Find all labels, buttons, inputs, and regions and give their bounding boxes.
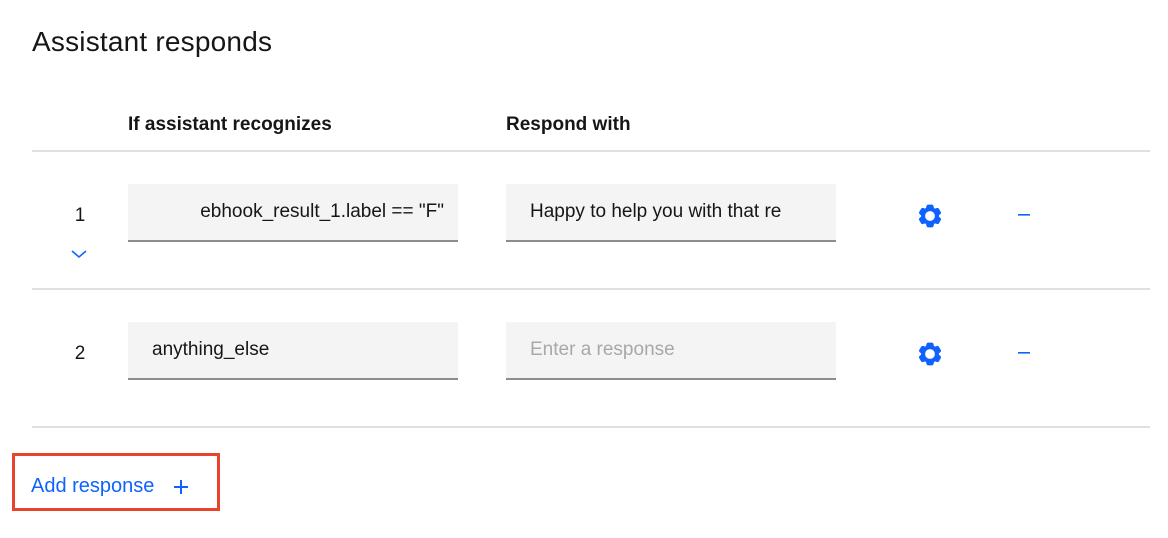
response-placeholder: Enter a response (530, 339, 675, 360)
response-input[interactable]: Happy to help you with that re (506, 184, 836, 242)
condition-input[interactable]: anything_else (128, 322, 458, 380)
column-header-condition: If assistant recognizes (128, 114, 332, 135)
section-title: Assistant responds (32, 26, 273, 57)
chevron-down-icon[interactable] (70, 248, 88, 260)
row-number: 1 (74, 205, 86, 226)
add-response-button[interactable]: Add response (31, 475, 154, 498)
gear-icon[interactable] (917, 203, 943, 229)
condition-value: ebhook_result_1.label == "F" (200, 201, 444, 222)
row-divider (32, 426, 1150, 428)
response-input[interactable]: Enter a response (506, 322, 836, 380)
row-number: 2 (74, 343, 86, 364)
response-value: Happy to help you with that re (530, 201, 782, 222)
gear-icon[interactable] (917, 341, 943, 367)
condition-value: anything_else (152, 339, 270, 360)
minus-icon[interactable] (1017, 346, 1031, 360)
minus-icon[interactable] (1017, 208, 1031, 222)
plus-icon[interactable] (173, 479, 189, 495)
response-row: 1 ebhook_result_1.label == "F" Happy to … (0, 151, 1168, 289)
column-header-response: Respond with (506, 114, 631, 135)
response-row: 2 anything_else Enter a response (0, 289, 1168, 427)
condition-input[interactable]: ebhook_result_1.label == "F" (128, 184, 458, 242)
